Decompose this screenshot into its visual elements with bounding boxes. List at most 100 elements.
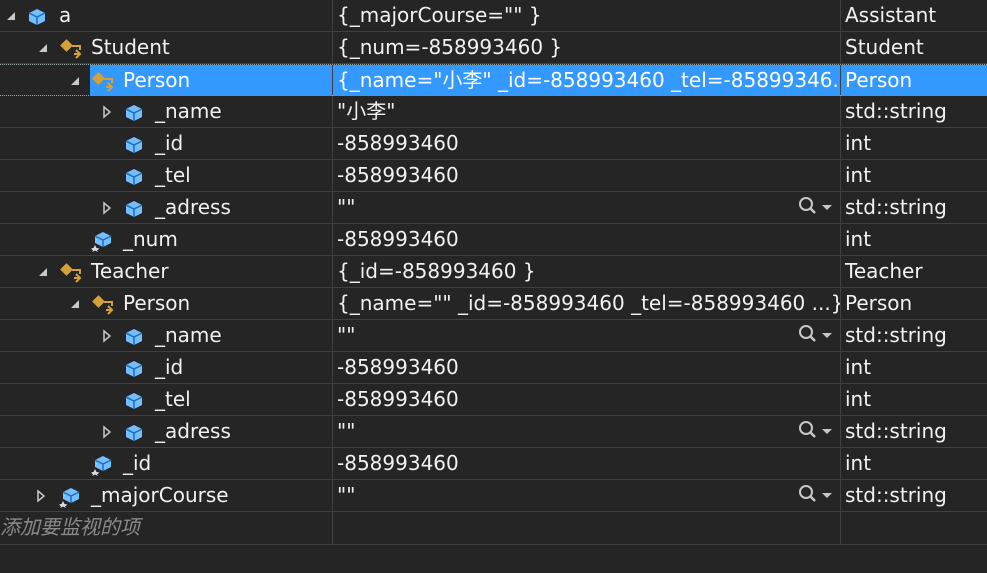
watch-row-teacher[interactable]: Teacher {_id=-858993460 } Teacher bbox=[0, 256, 987, 288]
type-cell: int bbox=[845, 131, 872, 155]
type-cell: int bbox=[845, 451, 872, 475]
text-visualizer-icon[interactable] bbox=[792, 192, 836, 223]
field-cube-icon bbox=[125, 329, 143, 345]
variable-name: _id bbox=[155, 131, 184, 155]
value-cell[interactable]: "" bbox=[333, 480, 840, 511]
value-cell[interactable]: {_name="" _id=-858993460 _tel=-858993460… bbox=[333, 288, 840, 319]
watch-row-name[interactable]: _name "小李" std::string bbox=[0, 96, 987, 128]
expand-arrow-icon[interactable] bbox=[100, 329, 114, 343]
value-text: "" bbox=[337, 323, 356, 347]
value-cell[interactable]: "" bbox=[333, 416, 840, 447]
base-class-icon bbox=[92, 295, 114, 315]
name-cell: _tel bbox=[0, 384, 332, 415]
variable-name: _name bbox=[155, 99, 222, 123]
value-cell[interactable]: -858993460 bbox=[333, 352, 840, 383]
value-cell[interactable]: {_num=-858993460 } bbox=[333, 32, 840, 63]
field-cube-icon bbox=[125, 201, 143, 217]
watch-row-id[interactable]: _id -858993460 int bbox=[0, 128, 987, 160]
value-cell[interactable]: {_id=-858993460 } bbox=[333, 256, 840, 287]
variable-name: Person bbox=[123, 291, 191, 315]
expand-arrow-icon[interactable] bbox=[100, 105, 114, 119]
watch-row-student[interactable]: Student {_num=-858993460 } Student bbox=[0, 32, 987, 64]
variable-name: Student bbox=[91, 35, 170, 59]
variable-name: Person bbox=[123, 68, 191, 92]
variable-name: _id bbox=[155, 355, 184, 379]
watch-row-majorcourse[interactable]: _majorCourse "" std::string bbox=[0, 480, 987, 512]
type-cell: int bbox=[845, 227, 872, 251]
empty-area bbox=[0, 545, 987, 573]
collapse-arrow-icon[interactable] bbox=[68, 297, 82, 311]
type-cell: int bbox=[845, 387, 872, 411]
name-cell: Student bbox=[0, 32, 332, 63]
base-class-icon bbox=[60, 263, 82, 283]
variable-name: _name bbox=[155, 323, 222, 347]
variable-cube-icon bbox=[28, 9, 46, 25]
variable-name: _id bbox=[123, 451, 152, 475]
type-cell: std::string bbox=[845, 483, 947, 507]
type-cell: int bbox=[845, 163, 872, 187]
expand-arrow-icon[interactable] bbox=[34, 489, 48, 503]
name-cell: Person bbox=[0, 288, 332, 319]
variable-name: _majorCourse bbox=[91, 483, 229, 507]
type-cell: std::string bbox=[845, 99, 947, 123]
value-cell[interactable]: {_majorCourse="" } bbox=[333, 0, 840, 31]
name-cell: Person bbox=[0, 65, 332, 96]
value-cell[interactable]: {_name="小李" _id=-858993460 _tel=-8589934… bbox=[333, 65, 840, 96]
watch-row-a[interactable]: a {_majorCourse="" } Assistant bbox=[0, 0, 987, 32]
value-text: "" bbox=[337, 195, 356, 219]
expand-arrow-icon[interactable] bbox=[100, 425, 114, 439]
value-cell[interactable]: -858993460 bbox=[333, 224, 840, 255]
protected-field-icon bbox=[91, 456, 112, 476]
name-cell: _name bbox=[0, 96, 332, 127]
add-watch-row[interactable]: 添加要监视的项 bbox=[0, 512, 987, 545]
value-cell[interactable]: -858993460 bbox=[333, 448, 840, 479]
value-cell[interactable]: "" bbox=[333, 320, 840, 351]
type-cell: std::string bbox=[845, 323, 947, 347]
watch-row-name[interactable]: _name "" std::string bbox=[0, 320, 987, 352]
watch-row-person-selected[interactable]: Person {_name="小李" _id=-858993460 _tel=-… bbox=[0, 64, 987, 96]
collapse-arrow-icon[interactable] bbox=[4, 9, 18, 23]
text-visualizer-icon[interactable] bbox=[792, 320, 836, 351]
value-cell[interactable]: "" bbox=[333, 192, 840, 223]
name-cell: _adress bbox=[0, 192, 332, 223]
field-cube-icon bbox=[125, 361, 143, 377]
name-cell: _num bbox=[0, 224, 332, 255]
type-cell bbox=[841, 512, 987, 543]
collapse-arrow-icon[interactable] bbox=[68, 74, 82, 88]
variable-name: a bbox=[59, 3, 72, 27]
watch-row-num[interactable]: _num -858993460 int bbox=[0, 224, 987, 256]
watch-row-teacher-id[interactable]: _id -858993460 int bbox=[0, 448, 987, 480]
text-visualizer-icon[interactable] bbox=[792, 416, 836, 447]
name-cell: _id bbox=[0, 352, 332, 383]
expand-arrow-icon[interactable] bbox=[100, 201, 114, 215]
collapse-arrow-icon[interactable] bbox=[36, 265, 50, 279]
name-cell: Teacher bbox=[0, 256, 332, 287]
name-cell: a bbox=[0, 0, 332, 31]
watch-row-tel[interactable]: _tel -858993460 int bbox=[0, 160, 987, 192]
value-cell[interactable]: "小李" bbox=[333, 96, 840, 127]
value-cell[interactable]: -858993460 bbox=[333, 160, 840, 191]
value-cell[interactable]: -858993460 bbox=[333, 128, 840, 159]
type-cell: Student bbox=[845, 35, 924, 59]
watch-row-adress[interactable]: _adress "" std::string bbox=[0, 416, 987, 448]
variable-name: _tel bbox=[155, 387, 191, 411]
watch-row-adress[interactable]: _adress "" std::string bbox=[0, 192, 987, 224]
collapse-arrow-icon[interactable] bbox=[36, 41, 50, 55]
watch-row-id[interactable]: _id -858993460 int bbox=[0, 352, 987, 384]
name-cell: _id bbox=[0, 128, 332, 159]
field-cube-icon bbox=[125, 137, 143, 153]
watch-row-tel[interactable]: _tel -858993460 int bbox=[0, 384, 987, 416]
name-cell: _name bbox=[0, 320, 332, 351]
value-cell[interactable]: -858993460 bbox=[333, 384, 840, 415]
name-cell: _adress bbox=[0, 416, 332, 447]
base-class-icon bbox=[60, 39, 82, 59]
watch-row-person[interactable]: Person {_name="" _id=-858993460 _tel=-85… bbox=[0, 288, 987, 320]
text-visualizer-icon[interactable] bbox=[792, 480, 836, 511]
value-cell bbox=[333, 512, 840, 543]
field-cube-icon bbox=[125, 393, 143, 409]
type-cell: int bbox=[845, 355, 872, 379]
add-watch-input[interactable]: 添加要监视的项 bbox=[0, 512, 332, 543]
watch-window: a {_majorCourse="" } Assistant Student {… bbox=[0, 0, 987, 573]
name-cell: _majorCourse bbox=[0, 480, 332, 511]
field-cube-icon bbox=[125, 105, 143, 121]
